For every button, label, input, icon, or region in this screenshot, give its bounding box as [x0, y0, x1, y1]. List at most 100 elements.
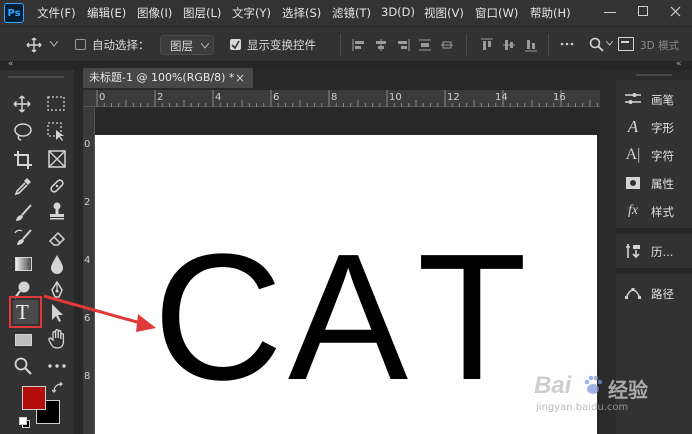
rectangle-icon[interactable] [15, 334, 32, 346]
align-hcenter-line-icon[interactable] [440, 38, 454, 52]
collapse-left-icon[interactable]: « [8, 59, 14, 69]
history-icon [626, 244, 640, 259]
annotation-arrow [43, 294, 156, 332]
paths-icon [625, 288, 641, 299]
menu-window[interactable]: 窗口(W) [475, 5, 518, 21]
watermark-url: jingyan.baidu.com [536, 402, 629, 413]
type-icon[interactable]: T [16, 299, 29, 325]
blur-icon[interactable] [49, 254, 65, 274]
minimize-icon[interactable] [604, 12, 616, 13]
default-colors-icon[interactable] [19, 417, 30, 428]
canvas-text-t[interactable]: T [417, 228, 527, 408]
ruler-label: 2 [157, 92, 164, 103]
layer-dropdown[interactable]: 图层 [160, 35, 214, 55]
zoom-icon[interactable] [13, 356, 33, 376]
align-vertical-center-icon[interactable] [502, 38, 516, 52]
canvas-text-c[interactable]: C [153, 228, 283, 408]
panel-properties[interactable]: 属性 [616, 170, 692, 196]
align-center-horizontal-icon[interactable] [374, 38, 388, 52]
styles-icon: fx [627, 203, 639, 218]
close-tab-icon[interactable]: × [235, 68, 245, 88]
history-brush-icon[interactable] [13, 228, 33, 248]
more-tools-icon[interactable] [47, 362, 67, 370]
watermark-brand: Bai [534, 372, 572, 399]
panel-styles[interactable]: fx 样式 [616, 198, 692, 224]
tools-panel: T [0, 70, 74, 434]
collapse-right-icon[interactable]: « [676, 59, 682, 69]
marquee-icon[interactable] [47, 96, 65, 112]
menu-select[interactable]: 选择(S) [282, 5, 321, 21]
align-left-icon[interactable] [352, 38, 366, 52]
properties-icon [626, 177, 640, 189]
panel-label: 字形 [651, 121, 674, 135]
swap-colors-icon[interactable] [52, 382, 64, 394]
ruler-label: 12 [447, 92, 460, 103]
panel-brush-settings[interactable]: 画笔 [616, 86, 692, 112]
stamp-icon[interactable] [47, 201, 67, 221]
ruler-label: 0 [84, 139, 91, 150]
show-transform-checkbox[interactable] [230, 39, 241, 50]
align-right-icon[interactable] [396, 38, 410, 52]
object-select-icon[interactable] [47, 122, 67, 142]
distribute-horizontal-icon[interactable] [418, 38, 432, 52]
menu-3d[interactable]: 3D(D) [381, 5, 415, 19]
ruler-label: 6 [273, 92, 280, 103]
document-tab[interactable]: 未标题-1 @ 100%(RGB/8) * × [83, 68, 253, 88]
panel-glyphs[interactable]: A 字形 [616, 114, 692, 140]
ruler-label: 4 [215, 92, 222, 103]
toolbar-grip[interactable] [8, 76, 64, 78]
auto-select-checkbox[interactable] [75, 39, 86, 50]
brush-icon[interactable] [13, 203, 33, 223]
menu-filter[interactable]: 滤镜(T) [332, 5, 371, 21]
healing-icon[interactable] [47, 176, 67, 196]
workspace-icon[interactable] [618, 37, 634, 51]
move-tool-icon[interactable] [26, 37, 42, 53]
photoshop-logo[interactable]: Ps [4, 3, 24, 23]
menu-layer[interactable]: 图层(L) [183, 5, 221, 21]
ruler-label: 16 [553, 92, 566, 103]
panel-character[interactable]: A| 字符 [616, 142, 692, 168]
menu-help[interactable]: 帮助(H) [530, 5, 571, 21]
canvas-text-a[interactable]: A [288, 228, 408, 408]
watermark-brand-cn: 经验 [608, 378, 648, 402]
chevron-down-icon[interactable] [50, 41, 58, 47]
brush-settings-icon [625, 93, 641, 104]
show-transform-label: 显示变换控件 [247, 38, 316, 52]
3d-mode-label[interactable]: 3D 模式 [640, 38, 679, 53]
auto-select-label: 自动选择： [92, 38, 150, 52]
move-icon[interactable] [12, 94, 32, 114]
menu-view[interactable]: 视图(V) [424, 5, 464, 21]
search-icon[interactable] [589, 37, 604, 52]
paw-icon [584, 375, 603, 394]
foreground-color-swatch[interactable] [22, 386, 46, 410]
ruler-label: 4 [84, 255, 91, 266]
frame-icon[interactable] [48, 150, 66, 168]
menu-bar: Ps 文件(F) 编辑(E) 图像(I) 图层(L) 文字(Y) 选择(S) 滤… [0, 0, 692, 26]
panel-label: 属性 [651, 177, 674, 191]
dock-grip[interactable] [636, 74, 672, 76]
panel-paths[interactable]: 路径 [616, 280, 692, 306]
eraser-icon[interactable] [47, 228, 67, 248]
lasso-icon[interactable] [13, 122, 33, 142]
align-bottom-icon[interactable] [524, 38, 538, 52]
panel-history[interactable]: 历... [616, 238, 692, 264]
ruler-label: 8 [331, 92, 338, 103]
menu-image[interactable]: 图像(I) [137, 5, 172, 21]
divider [466, 34, 467, 56]
menu-type[interactable]: 文字(Y) [232, 5, 271, 21]
gradient-icon[interactable] [15, 257, 32, 271]
maximize-icon[interactable] [638, 6, 648, 16]
ruler-label: 0 [99, 92, 106, 103]
horizontal-ruler: 0 2 4 6 8 10 12 14 16 [83, 90, 600, 107]
menu-file[interactable]: 文件(F) [37, 5, 76, 21]
align-top-icon[interactable] [480, 38, 494, 52]
chevron-down-icon[interactable] [606, 41, 613, 46]
ruler-label: 2 [84, 197, 91, 208]
options-bar: 自动选择： 图层 显示变换控件 3D 模式 [0, 26, 692, 62]
canvas[interactable]: C A T [95, 135, 597, 434]
more-options-icon[interactable] [560, 37, 574, 51]
close-window-icon[interactable] [670, 6, 681, 17]
crop-icon[interactable] [13, 150, 33, 170]
eyedropper-icon[interactable] [13, 176, 33, 196]
menu-edit[interactable]: 编辑(E) [87, 5, 126, 21]
